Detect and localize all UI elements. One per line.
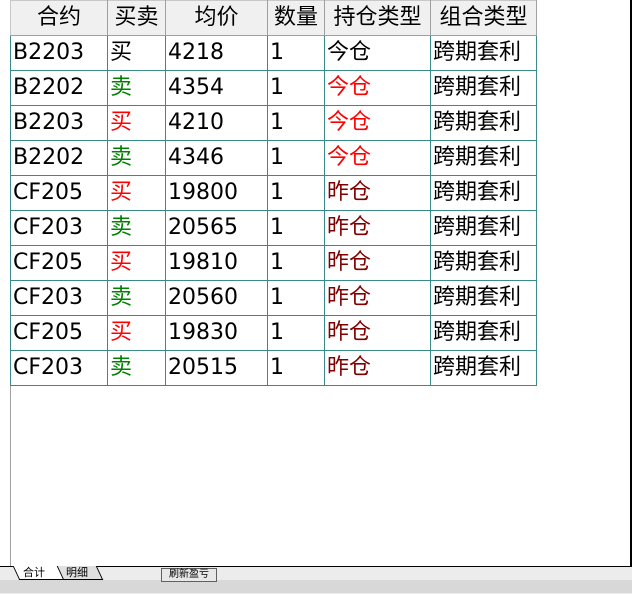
table-row[interactable]: B2203 买 4218 1 今仓 跨期套利: [10, 35, 537, 71]
column-header-position-type[interactable]: 持仓类型: [324, 0, 431, 36]
cell-avg-price[interactable]: 4210: [165, 105, 268, 141]
cell-avg-price[interactable]: 4218: [165, 35, 268, 71]
cell-avg-price[interactable]: 4354: [165, 70, 268, 106]
table-row[interactable]: CF205 买 19830 1 昨仓 跨期套利: [10, 315, 537, 351]
column-header-quantity[interactable]: 数量: [267, 0, 325, 36]
cell-position-type[interactable]: 今仓: [324, 140, 431, 176]
cell-quantity[interactable]: 1: [267, 210, 325, 246]
cell-contract[interactable]: CF205: [10, 315, 108, 351]
cell-avg-price[interactable]: 20515: [165, 350, 268, 386]
cell-contract[interactable]: CF203: [10, 350, 108, 386]
cell-contract[interactable]: B2202: [10, 140, 108, 176]
cell-quantity[interactable]: 1: [267, 35, 325, 71]
cell-avg-price[interactable]: 20560: [165, 280, 268, 316]
cell-contract[interactable]: CF203: [10, 210, 108, 246]
table-row[interactable]: CF203 卖 20560 1 昨仓 跨期套利: [10, 280, 537, 316]
cell-position-type[interactable]: 今仓: [324, 70, 431, 106]
cell-avg-price[interactable]: 19800: [165, 175, 268, 211]
cell-side[interactable]: 卖: [107, 350, 166, 386]
cell-position-type[interactable]: 今仓: [324, 105, 431, 141]
cell-combo-type[interactable]: 跨期套利: [430, 350, 537, 386]
cell-quantity[interactable]: 1: [267, 175, 325, 211]
sheet-tab-bar-shade: [0, 580, 632, 593]
cell-combo-type[interactable]: 跨期套利: [430, 35, 537, 71]
cell-quantity[interactable]: 1: [267, 105, 325, 141]
position-table: 合约 买卖 均价 数量 持仓类型 组合类型 B2203 买 4218 1 今仓 跨期套利 B…: [10, 0, 537, 386]
cell-position-type[interactable]: 今仓: [324, 35, 431, 71]
refresh-pnl-button[interactable]: 刷新盈亏: [161, 568, 217, 582]
cell-position-type[interactable]: 昨仓: [324, 245, 431, 281]
table-row[interactable]: CF205 买 19800 1 昨仓 跨期套利: [10, 175, 537, 211]
cell-quantity[interactable]: 1: [267, 70, 325, 106]
cell-combo-type[interactable]: 跨期套利: [430, 280, 537, 316]
column-header-combo-type[interactable]: 组合类型: [430, 0, 537, 36]
cell-avg-price[interactable]: 19830: [165, 315, 268, 351]
cell-avg-price[interactable]: 4346: [165, 140, 268, 176]
cell-side[interactable]: 买: [107, 245, 166, 281]
tab-summary[interactable]: 合计: [12, 566, 64, 580]
cell-combo-type[interactable]: 跨期套利: [430, 175, 537, 211]
cell-combo-type[interactable]: 跨期套利: [430, 210, 537, 246]
table-row[interactable]: B2202 卖 4354 1 今仓 跨期套利: [10, 70, 537, 106]
column-header-contract[interactable]: 合约: [10, 0, 108, 36]
table-row[interactable]: B2202 卖 4346 1 今仓 跨期套利: [10, 140, 537, 176]
cell-position-type[interactable]: 昨仓: [324, 315, 431, 351]
cell-side[interactable]: 卖: [107, 280, 166, 316]
cell-combo-type[interactable]: 跨期套利: [430, 140, 537, 176]
cell-contract[interactable]: B2202: [10, 70, 108, 106]
column-header-side[interactable]: 买卖: [107, 0, 166, 36]
cell-side[interactable]: 卖: [107, 140, 166, 176]
cell-position-type[interactable]: 昨仓: [324, 175, 431, 211]
header-row: 合约 买卖 均价 数量 持仓类型 组合类型: [10, 0, 537, 36]
table-row[interactable]: CF203 卖 20515 1 昨仓 跨期套利: [10, 350, 537, 386]
cell-contract[interactable]: B2203: [10, 35, 108, 71]
table-row[interactable]: B2203 买 4210 1 今仓 跨期套利: [10, 105, 537, 141]
table-row[interactable]: CF205 买 19810 1 昨仓 跨期套利: [10, 245, 537, 281]
cell-position-type[interactable]: 昨仓: [324, 280, 431, 316]
cell-quantity[interactable]: 1: [267, 350, 325, 386]
table-body: B2203 买 4218 1 今仓 跨期套利 B2202 卖 4354 1 今仓 跨期套利 B2203 买…: [10, 35, 537, 386]
cell-quantity[interactable]: 1: [267, 140, 325, 176]
cell-contract[interactable]: B2203: [10, 105, 108, 141]
cell-side[interactable]: 买: [107, 35, 166, 71]
cell-side[interactable]: 买: [107, 175, 166, 211]
cell-contract[interactable]: CF205: [10, 245, 108, 281]
cell-combo-type[interactable]: 跨期套利: [430, 315, 537, 351]
cell-side[interactable]: 买: [107, 315, 166, 351]
cell-avg-price[interactable]: 20565: [165, 210, 268, 246]
cell-quantity[interactable]: 1: [267, 315, 325, 351]
column-header-avg-price[interactable]: 均价: [165, 0, 268, 36]
cell-position-type[interactable]: 昨仓: [324, 350, 431, 386]
cell-avg-price[interactable]: 19810: [165, 245, 268, 281]
cell-side[interactable]: 卖: [107, 210, 166, 246]
tab-detail-label: 明细: [66, 566, 88, 579]
cell-quantity[interactable]: 1: [267, 245, 325, 281]
table-row[interactable]: CF203 卖 20565 1 昨仓 跨期套利: [10, 210, 537, 246]
cell-quantity[interactable]: 1: [267, 280, 325, 316]
tab-summary-label: 合计: [23, 566, 45, 579]
cell-contract[interactable]: CF205: [10, 175, 108, 211]
cell-combo-type[interactable]: 跨期套利: [430, 245, 537, 281]
cell-combo-type[interactable]: 跨期套利: [430, 105, 537, 141]
cell-position-type[interactable]: 昨仓: [324, 210, 431, 246]
cell-combo-type[interactable]: 跨期套利: [430, 70, 537, 106]
cell-side[interactable]: 买: [107, 105, 166, 141]
cell-side[interactable]: 卖: [107, 70, 166, 106]
cell-contract[interactable]: CF203: [10, 280, 108, 316]
tab-detail[interactable]: 明细: [56, 566, 104, 580]
